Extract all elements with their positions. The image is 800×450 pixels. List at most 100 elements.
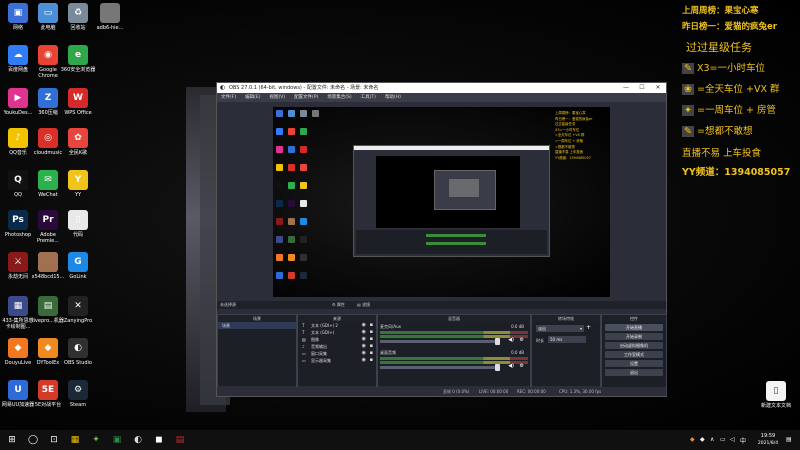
lock-icon[interactable]: ▪ — [370, 322, 373, 329]
gear-icon[interactable]: ⚙ — [520, 363, 524, 369]
source-item[interactable]: ▭ 显示器采集 ◉ ▪ — [298, 357, 376, 364]
menu-item[interactable]: 配置文件(P) — [294, 93, 318, 102]
app-icon[interactable]: ◼ — [152, 433, 166, 447]
desktop-icon[interactable]: ◐ OBS Studio — [60, 338, 96, 366]
scenes-list[interactable]: 场景 — [218, 322, 296, 386]
preview-desktop-icon — [288, 110, 295, 117]
app-icon[interactable]: ▤ — [173, 433, 187, 447]
volume-slider[interactable] — [380, 364, 501, 371]
source-item[interactable]: T 文本 (GDI+) ◉ ▪ — [298, 329, 376, 336]
desktop-icon-label: YY — [74, 192, 82, 198]
menu-item[interactable]: 场景集合(S) — [327, 93, 351, 102]
volume-slider-knob[interactable] — [495, 364, 501, 371]
lock-icon[interactable]: ▪ — [370, 336, 373, 343]
obs-icon[interactable]: ◐ — [131, 433, 145, 447]
speaker-icon[interactable]: ◀) — [508, 337, 514, 343]
nested-preview — [376, 156, 520, 228]
task-view-icon[interactable]: ⊡ — [47, 433, 61, 447]
maximize-icon[interactable]: ☐ — [634, 83, 650, 93]
system-tray: ◆ ◆ ∧ ▭ ◁ 中 19:59 2021/8/4 ▤ — [690, 430, 800, 450]
desktop-icon[interactable]: adb6-hie... — [92, 3, 128, 31]
eye-icon[interactable]: ◉ — [362, 336, 366, 343]
desktop-icon[interactable]: e 360安全浏览器 — [60, 45, 96, 73]
desktop-icon[interactable]: ✿ 全民K歌 — [60, 128, 96, 156]
lock-icon[interactable]: ▪ — [370, 343, 373, 350]
sources-list[interactable]: T 文本 (GDI+) 2 ◉ ▪ T 文本 (GDI+) ◉ ▪ ▨ 图像 ◉ ▪ ♪ 音频输出 ◉ ▪ ▭ 窗… — [298, 322, 376, 386]
desktop-icon[interactable]: Y YY — [60, 170, 96, 198]
filters-button[interactable]: ▤ 滤镜 — [357, 301, 370, 309]
properties-button[interactable]: ⚙ 属性 — [332, 301, 345, 309]
search-icon[interactable]: ◯ — [26, 433, 40, 447]
cpu-fps: CPU: 1.3%, 30.00 fps — [559, 389, 602, 394]
start-virtual-camera-button[interactable]: 启动虚拟摄像机 — [605, 342, 663, 349]
preview-canvas[interactable]: 上周周榜：果宝心寒 昨日榜一：爱猫的疯兔er 过过星级任务 X3=一小时车位 =全天车位… — [273, 107, 610, 297]
volume-slider[interactable] — [380, 338, 501, 345]
desktop-icon[interactable]: ✕ ZanyingPro — [60, 296, 96, 324]
desktop-icon[interactable]: W WPS Office — [60, 88, 96, 116]
desktop-icon[interactable]: G GoLink — [60, 252, 96, 280]
menu-item[interactable]: 文件(F) — [221, 93, 236, 102]
app-icon[interactable]: ▣ — [110, 433, 124, 447]
task-item: ❀ =全天车位 +VX 群 — [682, 81, 779, 95]
app-icon[interactable]: ✦ — [89, 433, 103, 447]
app-icon: ◎ — [38, 128, 58, 148]
menu-item[interactable]: 帮助(H) — [385, 93, 401, 102]
speaker-icon[interactable]: ◀) — [508, 363, 514, 369]
volume-slider-knob[interactable] — [495, 338, 501, 345]
lock-icon[interactable]: ▪ — [370, 357, 373, 364]
source-item[interactable]: ▭ 窗口采集 ◉ ▪ — [298, 350, 376, 357]
tray-expand-icon[interactable]: ∧ — [710, 436, 714, 443]
gear-icon[interactable]: ⚙ — [520, 337, 524, 343]
start-streaming-button[interactable]: 开始直播 — [605, 324, 663, 331]
lock-icon[interactable]: ▪ — [370, 350, 373, 357]
language-indicator[interactable]: 中 — [740, 436, 746, 445]
lock-icon[interactable]: ▪ — [370, 329, 373, 336]
obs-titlebar[interactable]: ◐ OBS 27.0.1 (64-bit, windows) - 配置文件: 未… — [217, 83, 666, 93]
network-icon[interactable]: ▭ — [720, 436, 726, 443]
clock-date[interactable]: 2021/8/4 — [754, 441, 782, 446]
tray-app-icon[interactable]: ◆ — [690, 436, 695, 443]
volume-meter — [380, 357, 528, 360]
menu-item[interactable]: 视图(V) — [269, 93, 285, 102]
menu-item[interactable]: 工具(T) — [361, 93, 376, 102]
source-item[interactable]: ♪ 音频输出 ◉ ▪ — [298, 343, 376, 350]
app-icon: ⚔ — [8, 252, 28, 272]
tray-app-icon[interactable]: ◆ — [700, 436, 705, 443]
exit-button[interactable]: 退出 — [605, 369, 663, 376]
eye-icon[interactable]: ◉ — [362, 350, 366, 357]
preview-desktop-icon — [276, 218, 283, 225]
close-icon[interactable]: ✕ — [650, 83, 666, 93]
eye-icon[interactable]: ◉ — [362, 322, 366, 329]
controls-buttons: 开始直播开始录制启动虚拟摄像机 工作室模式设置退出 — [602, 322, 666, 395]
new-text-document-icon[interactable]: ▯ 新建文本文档 — [758, 381, 794, 409]
scene-item[interactable]: 场景 — [218, 322, 296, 329]
source-item[interactable]: ▨ 图像 ◉ ▪ — [298, 336, 376, 343]
add-transition-icon[interactable]: + — [586, 324, 591, 331]
mixer-track: 麦克风/Aux 0.0 dB ◀) ⚙ — [380, 324, 528, 346]
gift-icon: ✎ — [682, 63, 694, 74]
settings-button[interactable]: 设置 — [605, 360, 663, 367]
task-item: ✎ X3=一小时车位 — [682, 60, 765, 74]
duration-input[interactable]: 50 ms — [548, 336, 586, 343]
clock-time[interactable]: 19:59 — [754, 433, 782, 439]
file-explorer-icon[interactable]: ▦ — [68, 433, 82, 447]
app-icon: ⚙ — [68, 380, 88, 400]
obs-window[interactable]: ◐ OBS 27.0.1 (64-bit, windows) - 配置文件: 未… — [216, 82, 667, 397]
desktop-icon[interactable]: ⚙ Steam — [60, 380, 96, 408]
transition-select[interactable]: 淡出 ▾ — [536, 325, 584, 332]
source-item[interactable]: T 文本 (GDI+) 2 ◉ ▪ — [298, 322, 376, 329]
desktop-icon[interactable]: ▯ 代码 — [60, 210, 96, 238]
start-recording-button[interactable]: 开始录制 — [605, 333, 663, 340]
status-bar: 丢帧 0 (0.0%) LIVE: 00:00:00 REC: 00:00:00… — [217, 387, 666, 396]
eye-icon[interactable]: ◉ — [362, 329, 366, 336]
eye-icon[interactable]: ◉ — [362, 343, 366, 350]
studio-mode-button[interactable]: 工作室模式 — [605, 351, 663, 358]
volume-icon[interactable]: ◁ — [730, 436, 735, 443]
task-text: =想都不敢想 — [697, 126, 753, 137]
desktop-icon[interactable]: ♻ 回收站 — [60, 3, 96, 31]
start-icon[interactable]: ⊞ — [5, 433, 19, 447]
eye-icon[interactable]: ◉ — [362, 357, 366, 364]
notification-icon[interactable]: ▤ — [786, 436, 792, 443]
menu-item[interactable]: 编辑(E) — [245, 93, 260, 102]
minimize-icon[interactable]: — — [618, 83, 634, 93]
